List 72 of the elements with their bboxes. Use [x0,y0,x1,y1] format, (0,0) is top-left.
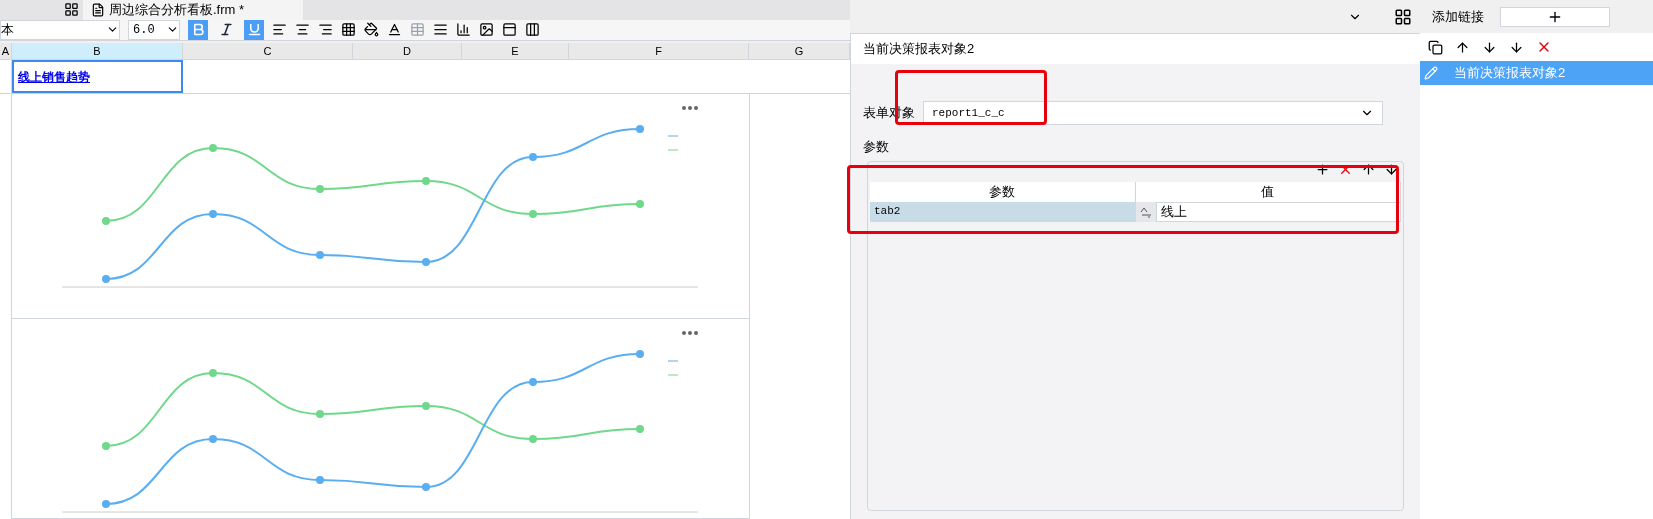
legend-marker [667,149,679,151]
dialog-title: 当前决策报表对象2 [863,40,975,59]
chart-point [209,144,217,152]
add-icon[interactable] [1315,161,1330,177]
down-icon[interactable] [1482,39,1497,55]
form-select[interactable]: report1_c_c [923,101,1383,125]
more-icon[interactable] [682,331,698,335]
chart-point [316,185,324,193]
table-cell[interactable]: 线上销售趋势 [12,60,183,93]
chart-point [529,210,537,218]
chart-point [422,258,430,266]
chart-point [209,435,217,443]
column-header: 参数 [870,181,1136,202]
up-icon[interactable] [1361,161,1376,177]
fill-icon[interactable] [364,22,379,37]
section-label: 参数 [862,138,890,156]
column-header[interactable]: E [462,42,569,59]
chart-point [422,483,430,491]
table-cell[interactable]: tab2 [870,201,1136,222]
grid-icon[interactable] [64,2,79,18]
column-header[interactable]: F [569,42,749,59]
underline-button[interactable] [244,19,264,40]
document-icon [91,2,105,17]
panel-icon[interactable] [502,22,517,37]
down-icon[interactable] [1384,161,1399,177]
chart-point [529,435,537,443]
pencil-icon [1424,66,1438,80]
chart-point [316,476,324,484]
chart-point [422,177,430,185]
chart-point [209,210,217,218]
legend-marker [667,360,679,362]
file-tab[interactable]: 周边综合分析看板.frm * [83,0,303,20]
chart-point [636,350,644,358]
chart-point [102,442,110,450]
border-icon[interactable] [341,22,356,37]
bar-chart-icon[interactable] [456,22,471,37]
chart-point [422,402,430,410]
chart-point [636,425,644,433]
align-right-icon[interactable] [318,22,333,37]
italic-icon [218,22,234,37]
columns-icon[interactable] [525,22,540,37]
chart-point [102,500,110,508]
column-header[interactable]: D [353,42,462,59]
chart-point [102,275,110,283]
chart-point [209,369,217,377]
chart-point [636,200,644,208]
panel-label: 添加链接 [1432,7,1484,26]
align-left-icon[interactable] [272,22,287,37]
chart-point [529,378,537,386]
chart-point [529,153,537,161]
text-icon[interactable] [433,22,448,37]
copy-icon[interactable] [1428,39,1443,55]
chart-point [316,251,324,259]
up-icon[interactable] [1455,39,1470,55]
type-icon[interactable] [1138,205,1153,218]
underline-icon [246,22,262,37]
legend-marker [667,135,679,137]
legend-marker [667,374,679,376]
image-icon[interactable] [479,22,494,37]
chart-point [636,125,644,133]
font-size-select[interactable]: 6.0 [128,19,180,40]
chart-point [102,217,110,225]
align-center-icon[interactable] [295,22,310,37]
column-header[interactable]: B [12,42,183,59]
font-color-icon[interactable] [387,22,402,37]
font-select[interactable]: 本 [0,19,120,40]
layout-icon[interactable] [1394,7,1412,26]
column-header: 值 [1135,181,1401,202]
more-icon[interactable] [682,106,698,110]
chart-point [316,410,324,418]
bold-button[interactable] [188,19,208,40]
column-header[interactable]: C [183,42,353,59]
